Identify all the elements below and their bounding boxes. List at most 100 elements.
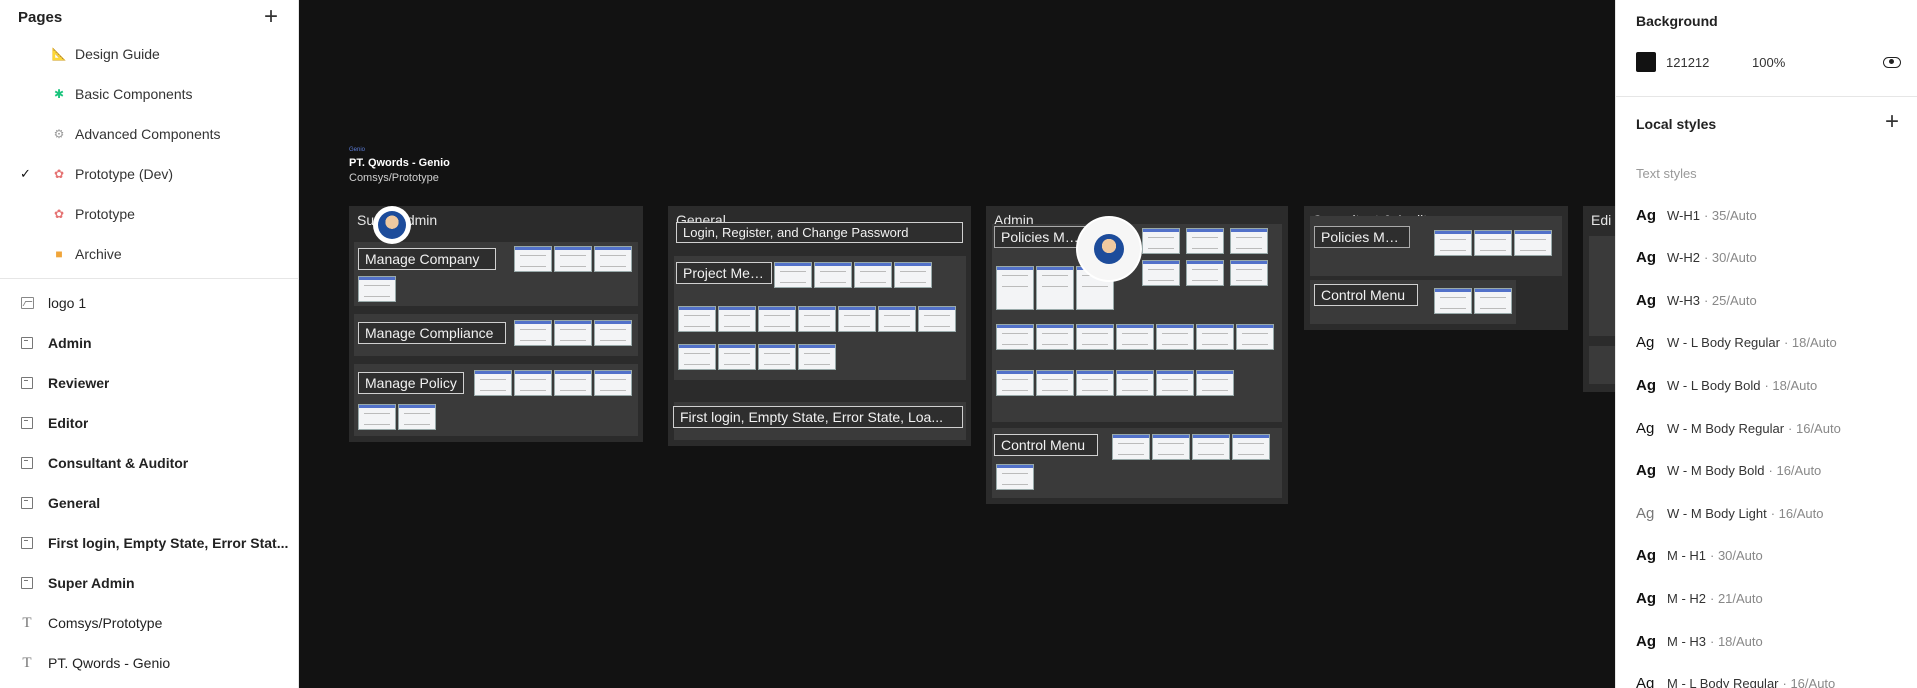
layer-label: Comsys/Prototype <box>48 615 163 631</box>
project-subtitle[interactable]: Comsys/Prototype <box>349 172 439 184</box>
pink-sparkle-icon: ✿ <box>53 167 65 181</box>
background-row: 121212 100% <box>1636 52 1901 72</box>
text-style-item[interactable]: Ag W - L Body Bold · 18/Auto <box>1636 374 1817 396</box>
layer-item[interactable]: First login, Empty State, Error Stat... <box>0 523 298 563</box>
text-style-meta: · 18/Auto <box>1764 377 1818 393</box>
text-style-meta: · 21/Auto <box>1710 590 1763 606</box>
frame-icon <box>20 416 34 430</box>
text-style-preview: Ag <box>1636 504 1655 522</box>
frame-tag-manage-company[interactable]: Manage Company <box>358 248 496 270</box>
eye-icon[interactable] <box>1883 56 1901 68</box>
frame-icon <box>20 336 34 350</box>
avatar[interactable] <box>1078 218 1140 280</box>
layer-item[interactable]: Super Admin <box>0 563 298 603</box>
design-canvas[interactable]: Genio PT. Qwords - Genio Comsys/Prototyp… <box>299 0 1615 688</box>
layer-item[interactable]: Admin <box>0 323 298 363</box>
text-style-preview: Ag <box>1636 675 1655 688</box>
divider <box>0 278 298 279</box>
section-consultant-auditor[interactable]: Consultant & Auditor Policies Menu Contr… <box>1304 206 1568 330</box>
component-icon: ✱ <box>53 87 65 101</box>
section-editor[interactable]: Edi <box>1583 206 1615 392</box>
page-item[interactable]: ■ Archive <box>0 234 298 274</box>
add-page-button[interactable]: + <box>264 5 278 29</box>
frame-tag-project-menu[interactable]: Project Menu <box>676 262 772 284</box>
frame-tag-control-menu[interactable]: Control Menu <box>994 434 1098 456</box>
left-sidebar: Pages + 📐 Design Guide ✱ Basic Components ⚙ A… <box>0 0 299 688</box>
layer-label: logo 1 <box>48 295 87 311</box>
frame-icon <box>20 456 34 470</box>
text-style-item[interactable]: Ag M - H1 · 30/Auto <box>1636 545 1763 567</box>
project-title[interactable]: PT. Qwords - Genio <box>349 157 450 169</box>
page-label: Prototype <box>75 206 135 222</box>
section-admin[interactable]: Admin Policies Menu Control Menu <box>986 206 1288 504</box>
text-style-item[interactable]: Ag W-H3 · 25/Auto <box>1636 289 1757 311</box>
frame-tag-manage-compliance[interactable]: Manage Compliance <box>358 322 506 344</box>
avatar[interactable] <box>375 208 409 242</box>
right-sidebar: Background 121212 100% Local styles + Te… <box>1615 0 1917 688</box>
frame-tag-policies-menu[interactable]: Policies Menu <box>994 226 1090 248</box>
text-style-name: W - M Body Regular <box>1667 420 1785 436</box>
text-style-item[interactable]: Ag M - L Body Regular · 16/Auto <box>1636 673 1835 688</box>
layer-item[interactable]: Consultant & Auditor <box>0 443 298 483</box>
text-style-name: W - M Body Bold <box>1667 463 1765 479</box>
text-style-item[interactable]: Ag W - L Body Regular · 18/Auto <box>1636 332 1837 354</box>
layer-item[interactable]: logo 1 <box>0 283 298 323</box>
text-style-item[interactable]: Ag W-H2 · 30/Auto <box>1636 247 1757 269</box>
page-label: Archive <box>75 246 122 262</box>
local-styles-title: Local styles <box>1636 116 1717 132</box>
page-item[interactable]: 📐 Design Guide <box>0 34 298 74</box>
frame-icon <box>20 496 34 510</box>
frame-group[interactable] <box>1589 346 1615 384</box>
frame-icon <box>20 536 34 550</box>
frame-tag-control-menu[interactable]: Control Menu <box>1314 284 1418 306</box>
text-style-meta: · 18/Auto <box>1710 633 1763 649</box>
divider <box>1616 96 1917 97</box>
text-style-preview: Ag <box>1636 376 1656 394</box>
text-style-item[interactable]: Ag W - M Body Light · 16/Auto <box>1636 502 1823 524</box>
page-item[interactable]: ✿ Prototype <box>0 194 298 234</box>
text-style-preview: Ag <box>1636 589 1656 607</box>
layer-item[interactable]: General <box>0 483 298 523</box>
layer-label: First login, Empty State, Error Stat... <box>48 535 289 551</box>
text-icon: T <box>22 614 32 631</box>
page-item[interactable]: ✓ ✿ Prototype (Dev) <box>0 154 298 194</box>
page-item[interactable]: ✱ Basic Components <box>0 74 298 114</box>
text-style-item[interactable]: Ag M - H3 · 18/Auto <box>1636 630 1763 652</box>
text-style-preview: Ag <box>1636 206 1656 224</box>
text-style-item[interactable]: Ag W - M Body Bold · 16/Auto <box>1636 460 1821 482</box>
background-swatch[interactable] <box>1636 52 1656 72</box>
text-style-preview: Ag <box>1636 249 1656 267</box>
layer-item[interactable]: Reviewer <box>0 363 298 403</box>
page-item[interactable]: ⚙ Advanced Components <box>0 114 298 154</box>
frame-tag-login-register[interactable]: Login, Register, and Change Password <box>676 222 963 243</box>
section-super-admin[interactable]: Super Admin Manage Company Manage Compli… <box>349 206 643 442</box>
section-general[interactable]: General Login, Register, and Change Pass… <box>668 206 971 446</box>
layer-label: Reviewer <box>48 375 110 391</box>
layer-item[interactable]: T PT. Qwords - Genio <box>0 643 298 683</box>
figma-app: Pages + 📐 Design Guide ✱ Basic Components ⚙ A… <box>0 0 1917 688</box>
text-style-item[interactable]: Ag W - M Body Regular · 16/Auto <box>1636 417 1841 439</box>
frame-group[interactable] <box>1589 236 1615 336</box>
frame-tag-policies-menu[interactable]: Policies Menu <box>1314 226 1410 248</box>
text-style-name: W - L Body Regular <box>1667 335 1780 351</box>
background-opacity-input[interactable]: 100% <box>1752 55 1785 70</box>
text-style-item[interactable]: Ag M - H2 · 21/Auto <box>1636 587 1763 609</box>
layer-label: Super Admin <box>48 575 135 591</box>
page-label: Design Guide <box>75 46 160 62</box>
text-style-preview: Ag <box>1636 547 1656 565</box>
layer-label: Consultant & Auditor <box>48 455 189 471</box>
layer-item[interactable]: T Comsys/Prototype <box>0 603 298 643</box>
pink-sparkle-icon: ✿ <box>53 207 65 221</box>
text-style-meta: · 16/Auto <box>1770 505 1824 521</box>
text-style-item[interactable]: Ag W-H1 · 35/Auto <box>1636 204 1757 226</box>
text-style-meta: · 16/Auto <box>1768 463 1822 479</box>
frame-tag-first-login[interactable]: First login, Empty State, Error State, L… <box>673 406 963 428</box>
add-style-button[interactable]: + <box>1885 110 1899 134</box>
frame-tag-manage-policy[interactable]: Manage Policy <box>358 372 464 394</box>
background-hex-input[interactable]: 121212 <box>1666 55 1752 70</box>
triangle-ruler-icon: 📐 <box>51 47 67 61</box>
layer-item[interactable]: Editor <box>0 403 298 443</box>
text-style-preview: Ag <box>1636 632 1656 650</box>
text-style-name: W-H3 <box>1667 292 1700 308</box>
text-style-meta: · 18/Auto <box>1783 335 1837 351</box>
